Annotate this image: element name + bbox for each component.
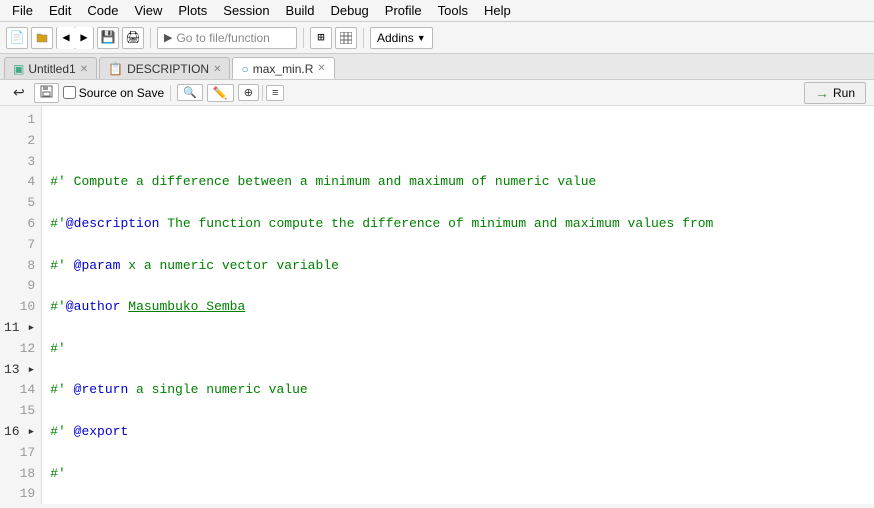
line-numbers: 1 2 3 4 5 6 7 8 9 10 11 ▸ 12 13 ▸ 14 15 …: [0, 106, 42, 504]
undo-button[interactable]: ↩: [8, 83, 30, 102]
editor-toolbar: ↩ Source on Save 🔍 ✏️ ⊕ ≡ → Run: [0, 80, 874, 106]
menu-code[interactable]: Code: [79, 1, 126, 20]
tab-untitled1-close[interactable]: ✕: [80, 64, 88, 75]
save-button[interactable]: 💾: [97, 27, 119, 49]
run-label: Run: [833, 86, 855, 100]
code-content[interactable]: #' Compute a difference between a minimu…: [42, 106, 874, 504]
line-num-8: 8: [4, 256, 35, 277]
code-line-1: [50, 131, 866, 152]
menu-help[interactable]: Help: [476, 1, 519, 20]
menu-profile[interactable]: Profile: [377, 1, 430, 20]
line-num-4: 4: [4, 172, 35, 193]
run-arrow-icon: →: [815, 85, 829, 101]
toolbar-separator-2: [303, 28, 304, 48]
line-num-6: 6: [4, 214, 35, 235]
menu-debug[interactable]: Debug: [322, 1, 376, 20]
addins-label: Addins: [377, 31, 414, 45]
menu-edit[interactable]: Edit: [41, 1, 79, 20]
menu-view[interactable]: View: [126, 1, 170, 20]
line-num-13: 13 ▸: [4, 360, 35, 381]
source-on-save-label[interactable]: Source on Save: [63, 86, 164, 100]
editor-sep-2: [262, 85, 263, 101]
line-num-9: 9: [4, 276, 35, 297]
line-num-1: 1: [4, 110, 35, 131]
tab-description-label: DESCRIPTION: [127, 62, 209, 76]
goto-placeholder-text: Go to file/function: [176, 31, 269, 45]
tab-description-close[interactable]: ✕: [213, 64, 221, 75]
toolbar: 📄 ◀ ▶ 💾 🖨 ▶ Go to file/function ⊞ Addins…: [0, 22, 874, 54]
code-line-4: #' @param x a numeric vector variable: [50, 256, 866, 277]
tab-untitled1-icon: ▣: [13, 62, 24, 76]
code-line-7: #' @return a single numeric value: [50, 380, 866, 401]
tab-description[interactable]: 📋 DESCRIPTION ✕: [99, 57, 230, 79]
line-num-2: 2: [4, 131, 35, 152]
save-file-button[interactable]: [34, 83, 59, 103]
toolbar-separator-1: [150, 28, 151, 48]
source-on-save-checkbox[interactable]: [63, 86, 76, 99]
forward-button[interactable]: ▶: [75, 27, 93, 49]
line-num-14: 14: [4, 380, 35, 401]
tab-max-min-close[interactable]: ✕: [317, 63, 325, 74]
menu-build[interactable]: Build: [278, 1, 323, 20]
editor-controls: ⊕ ≡: [238, 84, 285, 101]
spell-button[interactable]: ✏️: [207, 84, 234, 102]
line-num-15: 15: [4, 401, 35, 422]
code-line-3: #'@description The function compute the …: [50, 214, 866, 235]
grid-button[interactable]: ⊞: [310, 27, 332, 49]
run-button[interactable]: → Run: [804, 82, 866, 104]
line-num-18: 18: [4, 464, 35, 485]
tab-max-min-r[interactable]: ○ max_min.R ✕: [232, 57, 334, 79]
toolbar-separator-3: [363, 28, 364, 48]
line-num-3: 3: [4, 152, 35, 173]
menu-plots[interactable]: Plots: [170, 1, 215, 20]
goto-file-input[interactable]: ▶ Go to file/function: [157, 27, 297, 49]
addins-button[interactable]: Addins ▼: [370, 27, 433, 49]
line-num-10: 10: [4, 297, 35, 318]
code-line-8: #' @export: [50, 422, 866, 443]
tab-description-icon: 📋: [108, 62, 123, 76]
menu-tools[interactable]: Tools: [430, 1, 476, 20]
goto-arrow-icon: ▶: [164, 31, 172, 44]
menu-file[interactable]: File: [4, 1, 41, 20]
zoom-button[interactable]: ⊕: [238, 84, 259, 101]
search-button[interactable]: 🔍: [177, 84, 203, 101]
new-file-button[interactable]: 📄: [6, 27, 28, 49]
line-num-17: 17: [4, 443, 35, 464]
line-num-5: 5: [4, 193, 35, 214]
tab-untitled1[interactable]: ▣ Untitled1 ✕: [4, 57, 97, 79]
code-line-6: #': [50, 339, 866, 360]
print-button[interactable]: 🖨: [122, 27, 144, 49]
tab-untitled1-label: Untitled1: [28, 62, 75, 76]
back-button[interactable]: ◀: [57, 27, 75, 49]
addins-chevron-icon: ▼: [417, 33, 426, 43]
line-num-7: 7: [4, 235, 35, 256]
code-line-2: #' Compute a difference between a minimu…: [50, 172, 866, 193]
line-num-16: 16 ▸: [4, 422, 35, 443]
tab-bar: ▣ Untitled1 ✕ 📋 DESCRIPTION ✕ ○ max_min.…: [0, 54, 874, 80]
code-editor[interactable]: 1 2 3 4 5 6 7 8 9 10 11 ▸ 12 13 ▸ 14 15 …: [0, 106, 874, 504]
line-num-11: 11 ▸: [4, 318, 35, 339]
menu-session[interactable]: Session: [215, 1, 277, 20]
line-num-19: 19: [4, 484, 35, 504]
code-line-5: #'@author Masumbuko Semba: [50, 297, 866, 318]
menu-bar: File Edit Code View Plots Session Build …: [0, 0, 874, 22]
source-on-save-text: Source on Save: [79, 86, 164, 100]
tab-max-min-icon: ○: [241, 62, 248, 76]
options-button[interactable]: ≡: [266, 85, 284, 101]
open-button[interactable]: [31, 27, 53, 49]
tab-max-min-label: max_min.R: [253, 62, 314, 76]
code-line-9: #': [50, 464, 866, 485]
table-button[interactable]: [335, 27, 357, 49]
line-num-12: 12: [4, 339, 35, 360]
editor-sep-1: [170, 85, 171, 101]
